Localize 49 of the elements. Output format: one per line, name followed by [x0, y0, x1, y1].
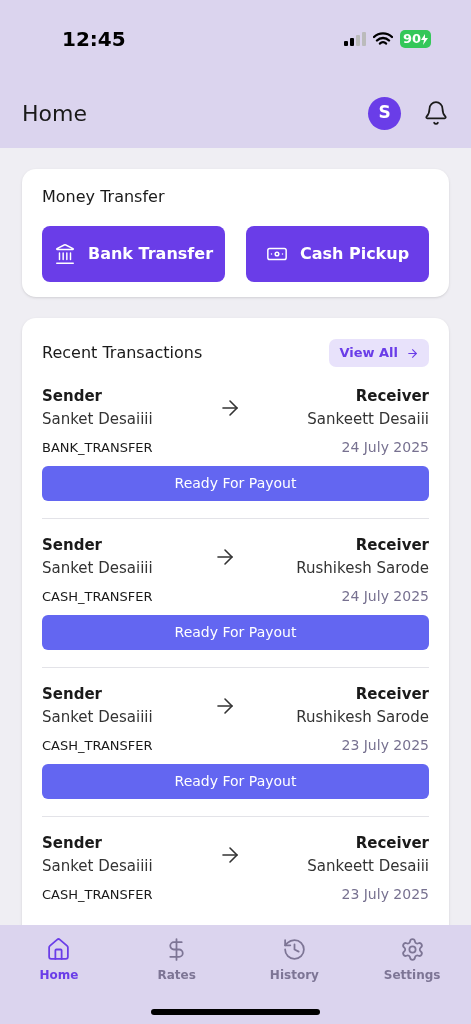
page-title: Home [22, 99, 87, 128]
card-title: Money Transfer [42, 186, 166, 208]
settings-icon [399, 937, 425, 962]
transfer-action-button[interactable]: Cash Pickup [246, 226, 429, 282]
notification-bell-icon[interactable] [423, 100, 449, 126]
receiver-name: Rushikesh Sarode [296, 558, 429, 579]
sender-name: Sanket Desaiiii [42, 558, 153, 579]
signal-icon [343, 31, 366, 47]
receiver-label: Receiver [355, 535, 429, 556]
status-button[interactable]: Ready For Payout [42, 466, 429, 501]
transaction-date: 24 July 2025 [341, 438, 429, 457]
tab-bar-item[interactable]: Settings [379, 937, 445, 984]
status-button[interactable]: Ready For Payout [42, 615, 429, 650]
sender-label: Sender [42, 386, 103, 407]
transfer-type: BANK_TRANSFER [42, 438, 153, 457]
tab-bar-item[interactable]: Home [35, 937, 83, 984]
receiver-name: Sankeett Desaiii [307, 409, 429, 430]
transaction-date: 23 July 2025 [341, 736, 429, 755]
transfer-type: CASH_TRANSFER [42, 736, 153, 755]
receiver-name: Rushikesh Sarode [296, 707, 429, 728]
tab-bar-item[interactable]: History [265, 937, 323, 984]
bank-icon [53, 243, 76, 265]
sender-label: Sender [42, 684, 103, 705]
receiver-name: Sankeett Desaiii [307, 856, 429, 877]
receiver-label: Receiver [355, 833, 429, 854]
tab-bar-item[interactable]: Rates [153, 937, 200, 984]
transaction-date: 24 July 2025 [341, 587, 429, 606]
transfer-type: CASH_TRANSFER [42, 885, 153, 904]
sender-label: Sender [42, 833, 103, 854]
receiver-label: Receiver [355, 684, 429, 705]
arrow-right-icon [406, 346, 419, 360]
battery-indicator: 90 [399, 30, 431, 48]
home-icon [46, 937, 72, 962]
sender-name: Sanket Desaiiii [42, 856, 153, 877]
avatar[interactable]: S [368, 96, 401, 130]
transaction-date: 23 July 2025 [341, 885, 429, 904]
status-time: 12:45 [62, 26, 126, 53]
sender-label: Sender [42, 535, 103, 556]
status-button[interactable]: Ready For Payout [42, 764, 429, 799]
view-all-button[interactable]: View All [329, 339, 429, 367]
history-icon [281, 937, 307, 962]
sender-name: Sanket Desaiiii [42, 707, 153, 728]
card-title: Recent Transactions [42, 342, 203, 364]
sender-name: Sanket Desaiiii [42, 409, 153, 430]
wifi-icon [372, 31, 393, 47]
charging-bolt-icon [421, 33, 428, 45]
receiver-label: Receiver [355, 386, 429, 407]
transfer-action-button[interactable]: Bank Transfer [42, 226, 225, 282]
transfer-type: CASH_TRANSFER [42, 587, 153, 606]
